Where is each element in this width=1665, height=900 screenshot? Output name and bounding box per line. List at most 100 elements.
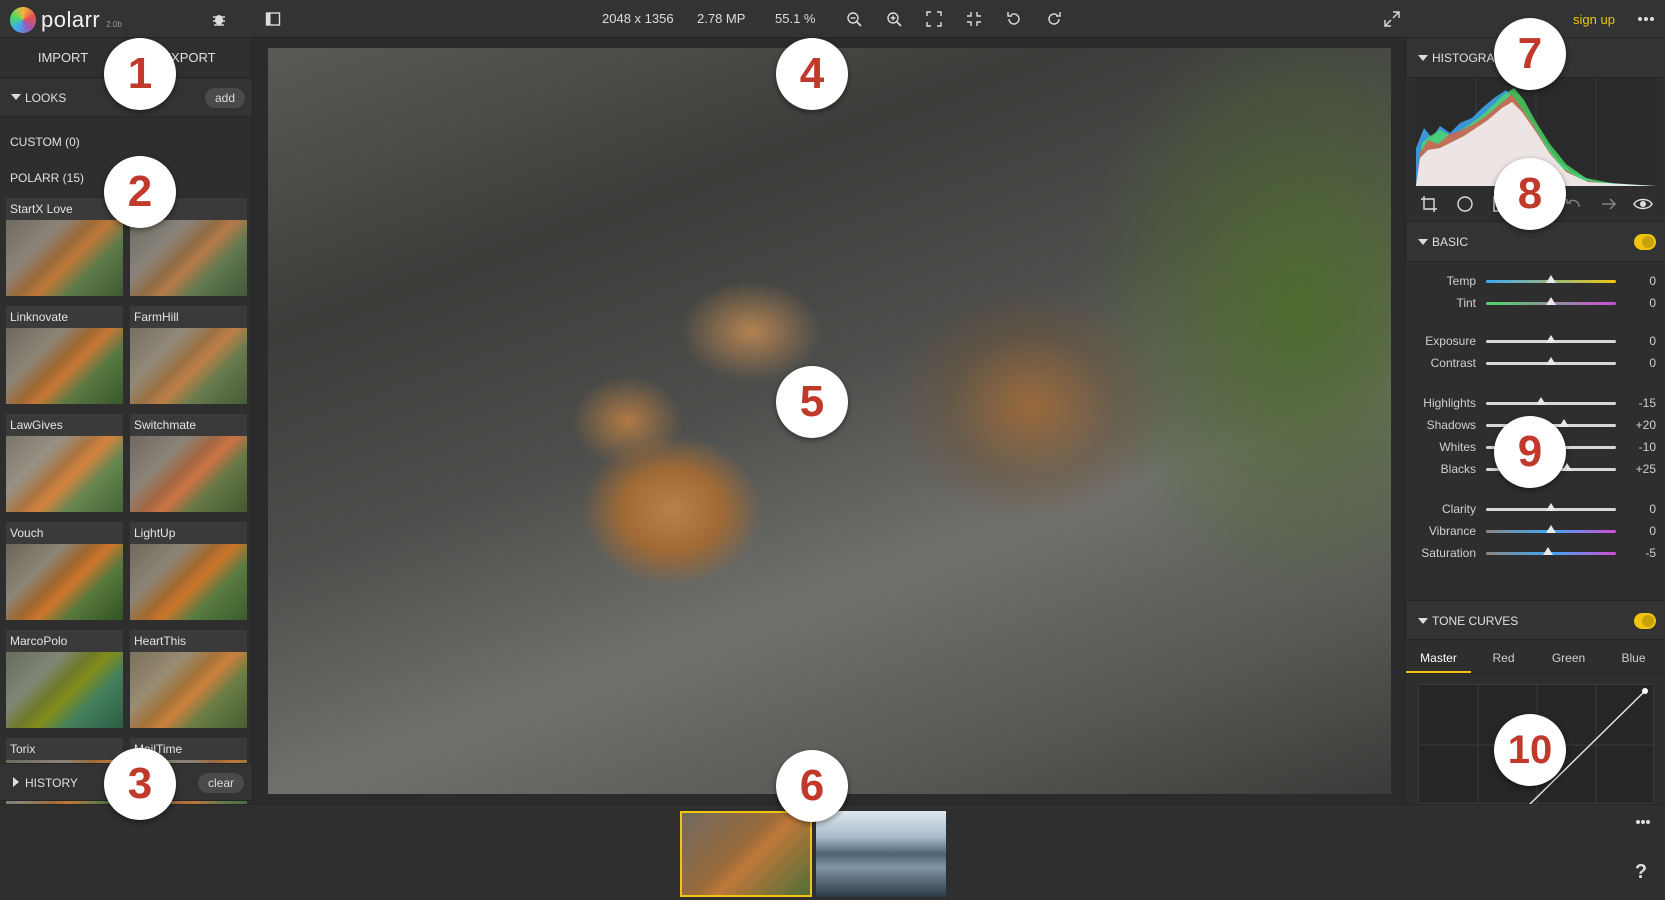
app-logo: polarr 2.0b	[10, 7, 122, 33]
slider-handle[interactable]	[1543, 547, 1554, 555]
slider-label: Shadows	[1426, 418, 1476, 432]
slider-value: 0	[1649, 502, 1656, 516]
callout-5: 5	[776, 366, 848, 438]
look-preset-thumbnail[interactable]	[6, 652, 123, 728]
look-preset-thumbnail[interactable]	[6, 220, 123, 296]
redo-icon[interactable]	[1043, 8, 1065, 30]
bug-icon[interactable]	[208, 8, 230, 30]
look-preset-thumbnail[interactable]	[130, 652, 247, 728]
slider-highlights[interactable]: Highlights -15	[1406, 392, 1665, 414]
look-preset-name: Linknovate	[6, 306, 123, 328]
curve-channel-tabs: Master Red Green Blue	[1406, 642, 1665, 674]
collapse-triangle-icon	[1418, 239, 1428, 245]
slider-handle[interactable]	[1559, 419, 1569, 427]
looks-label: LOOKS	[25, 91, 67, 105]
collapse-triangle-icon	[1418, 55, 1428, 61]
look-preset[interactable]: MarcoPolo	[6, 630, 123, 728]
slider-handle[interactable]	[1546, 275, 1556, 283]
add-look-button[interactable]: add	[205, 88, 246, 108]
curve-tab-green[interactable]: Green	[1536, 642, 1601, 673]
filmstrip-more-icon[interactable]	[1632, 811, 1654, 833]
slider-temp[interactable]: Temp 0	[1406, 270, 1665, 292]
look-preset[interactable]: LawGives	[6, 414, 123, 512]
slider-label: Tint	[1456, 296, 1476, 310]
tone-curves-enable-toggle[interactable]	[1634, 613, 1656, 629]
circle-mask-icon[interactable]	[1454, 193, 1476, 215]
zoom-out-icon[interactable]	[843, 8, 865, 30]
look-preset-name: Torix	[6, 738, 123, 760]
callout-4: 4	[776, 38, 848, 110]
zoom-in-icon[interactable]	[883, 8, 905, 30]
curve-tab-red[interactable]: Red	[1471, 642, 1536, 673]
tone-curves-header[interactable]: TONE CURVES	[1406, 600, 1665, 640]
help-icon[interactable]: ?	[1628, 861, 1654, 887]
look-preset-thumbnail[interactable]	[6, 544, 123, 620]
filmstrip-thumb-mushroom[interactable]	[680, 811, 812, 897]
look-preset[interactable]: StartX Love	[6, 198, 123, 296]
callout-9: 9	[1494, 416, 1566, 488]
slider-value: 0	[1649, 296, 1656, 310]
panel-toggle-icon[interactable]	[262, 8, 284, 30]
look-preset-thumbnail[interactable]	[130, 436, 247, 512]
slider-track[interactable]	[1486, 402, 1616, 405]
preview-eye-icon[interactable]	[1632, 193, 1654, 215]
slider-vibrance[interactable]: Vibrance 0	[1406, 520, 1665, 542]
redo-arrow-icon[interactable]	[1598, 193, 1620, 215]
callout-7: 7	[1494, 18, 1566, 90]
look-preset-thumbnail[interactable]	[130, 544, 247, 620]
left-panel: IMPORT EXPORT LOOKS add CUSTOM (0) POLAR…	[0, 38, 253, 804]
crop-icon[interactable]	[1418, 193, 1440, 215]
curve-tab-master[interactable]: Master	[1406, 642, 1471, 673]
look-preset-thumbnail[interactable]	[6, 328, 123, 404]
actual-size-icon[interactable]	[963, 8, 985, 30]
slider-value: +25	[1635, 462, 1656, 476]
slider-handle[interactable]	[1546, 357, 1556, 365]
callout-10: 10	[1494, 714, 1566, 786]
slider-label: Contrast	[1430, 356, 1476, 370]
slider-handle[interactable]	[1535, 397, 1546, 405]
clear-history-button[interactable]: clear	[198, 773, 245, 793]
slider-label: Exposure	[1425, 334, 1476, 348]
slider-tint[interactable]: Tint 0	[1406, 292, 1665, 314]
basic-label: BASIC	[1432, 235, 1469, 249]
look-preset-thumbnail[interactable]	[130, 220, 247, 296]
slider-label: Saturation	[1421, 546, 1476, 560]
slider-saturation[interactable]: Saturation -5	[1406, 542, 1665, 564]
look-preset-name: Switchmate	[130, 414, 247, 436]
slider-value: -15	[1638, 396, 1656, 410]
more-options-icon[interactable]	[1635, 8, 1657, 30]
look-preset-thumbnail[interactable]	[130, 328, 247, 404]
slider-exposure[interactable]: Exposure 0	[1406, 330, 1665, 352]
look-preset[interactable]: Linknovate	[6, 306, 123, 404]
custom-looks-category[interactable]: CUSTOM (0)	[10, 135, 80, 149]
app-version: 2.0b	[106, 19, 122, 29]
slider-handle[interactable]	[1546, 503, 1556, 511]
collapse-triangle-icon	[11, 94, 21, 100]
sign-up-link[interactable]: sign up	[1573, 12, 1615, 27]
look-preset[interactable]: FarmHill	[130, 306, 247, 404]
undo-icon[interactable]	[1003, 8, 1025, 30]
curve-tab-blue[interactable]: Blue	[1601, 642, 1665, 673]
slider-handle[interactable]	[1546, 525, 1556, 533]
slider-handle[interactable]	[1546, 335, 1556, 343]
fit-screen-icon[interactable]	[923, 8, 945, 30]
look-preset-thumbnail[interactable]	[6, 436, 123, 512]
look-preset-name: LightUp	[130, 522, 247, 544]
slider-value: 0	[1649, 356, 1656, 370]
callout-3: 3	[104, 748, 176, 820]
collapse-triangle-icon	[1418, 618, 1428, 624]
fullscreen-icon[interactable]	[1381, 8, 1403, 30]
look-preset-name: LawGives	[6, 414, 123, 436]
filmstrip-thumb-lake[interactable]	[816, 811, 946, 897]
look-preset[interactable]: Vouch	[6, 522, 123, 620]
look-preset[interactable]: Switchmate	[130, 414, 247, 512]
look-preset[interactable]: LightUp	[130, 522, 247, 620]
basic-enable-toggle[interactable]	[1634, 234, 1656, 250]
slider-contrast[interactable]: Contrast 0	[1406, 352, 1665, 374]
slider-clarity[interactable]: Clarity 0	[1406, 498, 1665, 520]
look-preset[interactable]: HeartThis	[130, 630, 247, 728]
polarr-looks-category[interactable]: POLARR (15)	[10, 171, 84, 185]
slider-value: 0	[1649, 524, 1656, 538]
history-label: HISTORY	[25, 776, 78, 790]
slider-handle[interactable]	[1546, 297, 1556, 305]
